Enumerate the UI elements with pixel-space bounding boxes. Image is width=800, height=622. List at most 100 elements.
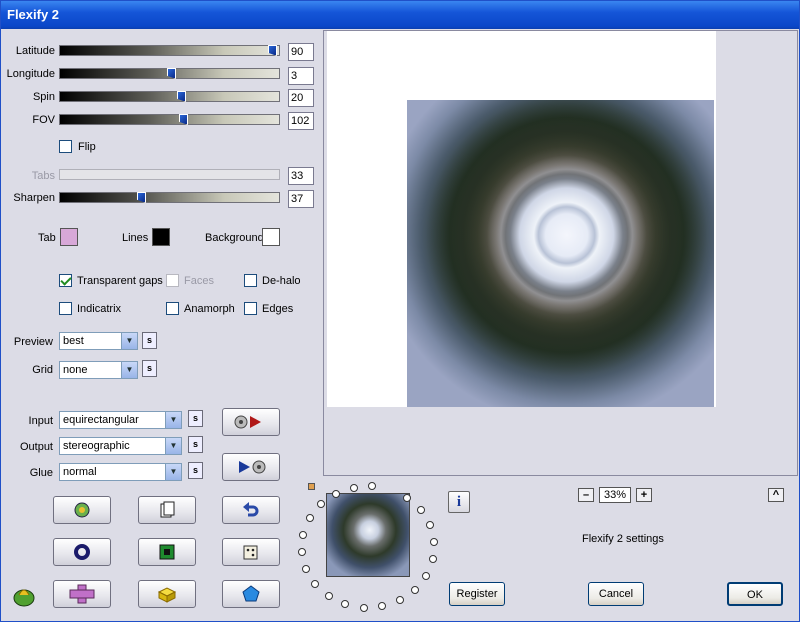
save-image-button[interactable] (222, 453, 280, 481)
spin-value[interactable]: 20 (288, 89, 314, 107)
tabs-label: Tabs (31, 170, 55, 182)
latitude-value[interactable]: 90 (288, 43, 314, 61)
background-color-label: Background (205, 232, 264, 244)
cube-button[interactable] (138, 580, 196, 608)
background-color-swatch[interactable] (262, 228, 280, 246)
preset-dot[interactable] (331, 489, 340, 498)
grid-s-button[interactable]: s (142, 360, 157, 377)
fov-value[interactable]: 102 (288, 112, 314, 130)
expand-button[interactable]: ^ (768, 488, 784, 502)
preset-dot[interactable] (368, 482, 377, 491)
preview-pane[interactable] (323, 30, 798, 476)
orange-marker[interactable] (308, 483, 315, 490)
preset-dot[interactable] (341, 600, 350, 609)
cross-button[interactable] (53, 580, 111, 608)
flip-checkbox[interactable] (59, 140, 72, 153)
flexify-dialog: Flexify 2 Latitude 90 Longitude 3 Spin 2… (0, 0, 800, 622)
tab-color-swatch[interactable] (60, 228, 78, 246)
preview-select[interactable]: best ▼ (59, 332, 138, 350)
preset-dot[interactable] (324, 591, 333, 600)
tabs-value[interactable]: 33 (288, 167, 314, 185)
sharpen-slider[interactable] (59, 192, 280, 203)
copy-icon (160, 501, 175, 518)
preset-dot[interactable] (378, 602, 387, 611)
cross-icon (69, 584, 95, 604)
preset-dot[interactable] (317, 500, 325, 509)
preset-dot[interactable] (416, 506, 425, 515)
latitude-slider-thumb[interactable] (268, 45, 277, 56)
latitude-slider[interactable] (59, 45, 280, 56)
zoom-level[interactable]: 33% (599, 487, 631, 503)
undo-button[interactable] (222, 496, 280, 524)
thumbnail-image[interactable] (326, 493, 410, 577)
longitude-slider-thumb[interactable] (167, 68, 176, 79)
zoom-out-button[interactable]: – (578, 488, 594, 502)
lines-color-swatch[interactable] (152, 228, 170, 246)
ok-button[interactable]: OK (727, 582, 783, 606)
glue-s-button[interactable]: s (188, 462, 203, 479)
chevron-down-icon: ▼ (121, 362, 137, 378)
spin-slider-thumb[interactable] (177, 91, 186, 102)
cancel-button[interactable]: Cancel (588, 582, 644, 606)
grid-select-value: none (63, 364, 88, 376)
preset-dot[interactable] (311, 579, 320, 588)
status-text: Flexify 2 settings (582, 533, 664, 545)
input-select[interactable]: equirectangular ▼ (59, 411, 182, 429)
frame-button[interactable] (138, 538, 196, 566)
edges-checkbox[interactable] (244, 302, 257, 315)
preset-dot[interactable] (410, 585, 419, 594)
tab-color-label: Tab (38, 232, 56, 244)
latitude-label: Latitude (15, 45, 55, 57)
lines-color-label: Lines (122, 232, 149, 244)
preset-dot[interactable] (429, 538, 438, 547)
preview-s-button[interactable]: s (142, 332, 157, 349)
indicatrix-label: Indicatrix (77, 303, 122, 315)
load-image-button[interactable] (222, 408, 280, 436)
longitude-value[interactable]: 3 (288, 67, 314, 85)
output-s-button[interactable]: s (188, 436, 203, 453)
register-button[interactable]: Register (449, 582, 505, 606)
sharpen-slider-thumb[interactable] (137, 192, 146, 203)
sharpen-value[interactable]: 37 (288, 190, 314, 208)
preset-dot[interactable] (359, 603, 368, 612)
chevron-down-icon: ▼ (121, 333, 137, 349)
preview-label: Preview (13, 336, 53, 348)
preset-dot[interactable] (349, 483, 358, 492)
input-s-button[interactable]: s (188, 410, 203, 427)
preset-dot[interactable] (298, 547, 307, 556)
glue-label: Glue (29, 467, 53, 479)
indicatrix-checkbox[interactable] (59, 302, 72, 315)
disc-play-icon (234, 415, 261, 429)
zoom-in-button[interactable]: + (636, 488, 652, 502)
edges-label: Edges (262, 303, 294, 315)
settings-button[interactable] (53, 496, 111, 524)
preset-dot[interactable] (396, 596, 405, 605)
preset-dot[interactable] (299, 530, 308, 539)
ring-button[interactable] (53, 538, 111, 566)
faces-checkbox (166, 274, 179, 287)
play-disc-icon (239, 460, 266, 474)
sharpen-label: Sharpen (13, 192, 55, 204)
preset-dot[interactable] (425, 521, 434, 530)
anamorph-checkbox[interactable] (166, 302, 179, 315)
random-button[interactable] (222, 538, 280, 566)
preset-dot[interactable] (422, 571, 431, 580)
pentagon-button[interactable] (222, 580, 280, 608)
fov-slider[interactable] (59, 114, 280, 125)
grid-select[interactable]: none ▼ (59, 361, 138, 379)
preset-dot[interactable] (428, 555, 437, 564)
output-select[interactable]: stereographic ▼ (59, 437, 182, 455)
glue-select[interactable]: normal ▼ (59, 463, 182, 481)
dehalo-checkbox[interactable] (244, 274, 257, 287)
longitude-slider[interactable] (59, 68, 280, 79)
glue-select-value: normal (63, 466, 97, 478)
spin-slider[interactable] (59, 91, 280, 102)
preset-dot[interactable] (302, 564, 311, 573)
transparent-gaps-checkbox[interactable] (59, 274, 72, 287)
preset-dot[interactable] (305, 514, 314, 523)
tabs-slider (59, 169, 280, 180)
fov-slider-thumb[interactable] (179, 114, 188, 125)
copy-button[interactable] (138, 496, 196, 524)
gear-icon (74, 502, 90, 518)
info-button[interactable]: i (448, 491, 470, 513)
